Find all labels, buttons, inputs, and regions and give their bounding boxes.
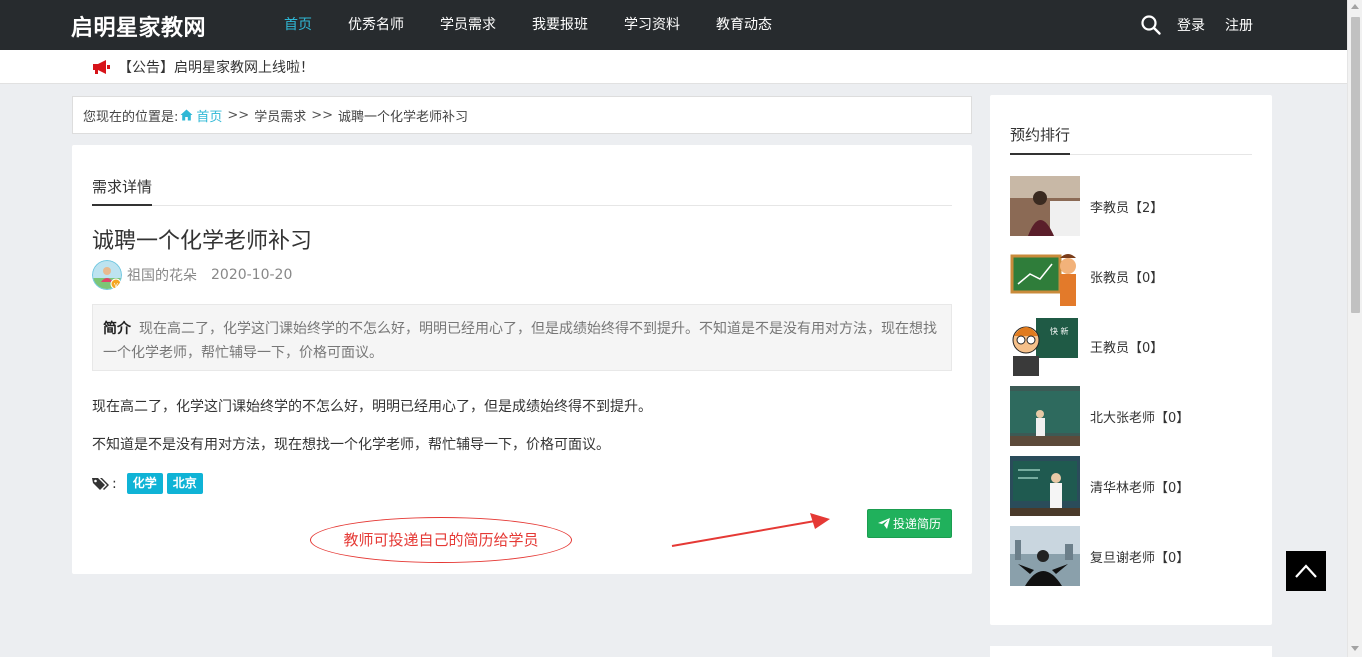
scroll-thumb[interactable] bbox=[1351, 17, 1360, 313]
author-name[interactable]: 祖国的花朵 bbox=[127, 265, 197, 285]
chevron-up-icon bbox=[1295, 564, 1317, 578]
tags-colon: : bbox=[112, 475, 117, 492]
paper-plane-icon bbox=[877, 518, 890, 529]
summary-box: 简介 现在高二了，化学这门课始终学的不怎么好，明明已经用心了，但是成绩始终得不到提… bbox=[92, 304, 952, 371]
annotation-ellipse: 教师可投递自己的简历给学员 bbox=[310, 517, 572, 563]
tags-row: : 化学 北京 bbox=[92, 473, 207, 494]
header-tools: 登录 注册 bbox=[1140, 0, 1273, 50]
breadcrumb-current: 诚聘一个化学老师补习 bbox=[338, 109, 469, 125]
notice-text[interactable]: 【公告】启明星家教网上线啦！ bbox=[118, 57, 314, 77]
content-paragraph: 现在高二了，化学这门课始终学的不怎么好，明明已经用心了，但是成绩始终得不到提升。 bbox=[92, 399, 652, 415]
breadcrumb: 您现在的位置是: 首页 >> 学员需求 >> 诚聘一个化学老师补习 bbox=[72, 96, 972, 134]
login-link[interactable]: 登录 bbox=[1177, 15, 1205, 35]
annotation-arrow bbox=[671, 513, 830, 547]
breadcrumb-separator: >> bbox=[227, 107, 250, 123]
breadcrumb-home-link[interactable]: 首页 bbox=[196, 106, 222, 125]
summary-text: 现在高二了，化学这门课始终学的不怎么好，明明已经用心了，但是成绩始终得不到提升。… bbox=[103, 321, 937, 361]
ranking-title: 预约排行 bbox=[1010, 121, 1071, 155]
scroll-down-icon[interactable] bbox=[1351, 646, 1359, 651]
sidebar-card-secondary bbox=[990, 646, 1272, 657]
tag-chemistry[interactable]: 化学 bbox=[126, 473, 163, 494]
author-row: v 祖国的花朵 2020-10-20 bbox=[92, 259, 292, 291]
post-title: 诚聘一个化学老师补习 bbox=[92, 229, 313, 254]
teacher-name[interactable]: 清华林老师【0】 bbox=[1090, 477, 1189, 496]
breadcrumb-prefix: 您现在的位置是: bbox=[83, 109, 179, 125]
site-logo[interactable]: 启明星家教网 bbox=[71, 10, 206, 42]
top-navbar: 启明星家教网 首页 优秀名师 学员需求 我要报班 学习资料 教育动态 登录 注册 bbox=[0, 0, 1347, 50]
back-to-top-button[interactable] bbox=[1286, 551, 1326, 591]
breadcrumb-separator: >> bbox=[311, 107, 334, 123]
content-paragraph: 不知道是不是没有用对方法，现在想找一个化学老师，帮忙辅导一下，价格可面议。 bbox=[92, 437, 610, 453]
tags-icon bbox=[92, 477, 109, 490]
teacher-thumbnail[interactable] bbox=[1010, 526, 1080, 586]
list-item[interactable]: 清华林老师【0】 bbox=[1010, 456, 1189, 516]
ranking-header: 预约排行 bbox=[1010, 121, 1252, 155]
demand-detail-card: 需求详情 诚聘一个化学老师补习 v 祖国的花朵 2020-10-20 简介 现在高… bbox=[72, 145, 972, 574]
ranking-card: 预约排行 李教员【2】 张教员【0】 快 新 王教员【0】 北大张老师【0】 清… bbox=[990, 95, 1272, 625]
list-item[interactable]: 复旦谢老师【0】 bbox=[1010, 526, 1189, 586]
teacher-thumbnail[interactable]: 快 新 bbox=[1010, 316, 1080, 376]
teacher-name[interactable]: 李教员【2】 bbox=[1090, 197, 1163, 216]
submit-resume-label: 投递简历 bbox=[892, 517, 941, 531]
section-title: 需求详情 bbox=[92, 172, 153, 206]
search-icon[interactable] bbox=[1140, 14, 1162, 36]
list-item[interactable]: 李教员【2】 bbox=[1010, 176, 1189, 236]
ranking-list: 李教员【2】 张教员【0】 快 新 王教员【0】 北大张老师【0】 清华林老师【… bbox=[1010, 176, 1189, 596]
section-header: 需求详情 bbox=[92, 172, 952, 206]
nav-item-student-needs[interactable]: 学员需求 bbox=[424, 0, 512, 50]
nav-item-materials[interactable]: 学习资料 bbox=[608, 0, 696, 50]
teacher-thumbnail[interactable] bbox=[1010, 456, 1080, 516]
post-date: 2020-10-20 bbox=[211, 267, 293, 283]
main-nav: 首页 优秀名师 学员需求 我要报班 学习资料 教育动态 bbox=[268, 0, 792, 50]
page-scrollbar[interactable] bbox=[1347, 0, 1362, 657]
svg-text:快 新: 快 新 bbox=[1050, 326, 1069, 336]
teacher-name[interactable]: 王教员【0】 bbox=[1090, 337, 1163, 356]
teacher-thumbnail[interactable] bbox=[1010, 246, 1080, 306]
nav-item-news[interactable]: 教育动态 bbox=[700, 0, 788, 50]
home-icon bbox=[180, 109, 193, 121]
nav-item-home[interactable]: 首页 bbox=[268, 0, 328, 50]
teacher-name[interactable]: 复旦谢老师【0】 bbox=[1090, 547, 1189, 566]
notice-bar: 【公告】启明星家教网上线啦！ bbox=[0, 50, 1347, 84]
scroll-up-icon[interactable] bbox=[1351, 4, 1359, 9]
register-link[interactable]: 注册 bbox=[1225, 15, 1253, 35]
list-item[interactable]: 北大张老师【0】 bbox=[1010, 386, 1189, 446]
teacher-thumbnail[interactable] bbox=[1010, 176, 1080, 236]
list-item[interactable]: 快 新 王教员【0】 bbox=[1010, 316, 1189, 376]
teacher-thumbnail[interactable] bbox=[1010, 386, 1080, 446]
avatar[interactable]: v bbox=[92, 260, 122, 290]
teacher-name[interactable]: 张教员【0】 bbox=[1090, 267, 1163, 286]
nav-item-teachers[interactable]: 优秀名师 bbox=[332, 0, 420, 50]
breadcrumb-level2[interactable]: 学员需求 bbox=[254, 106, 306, 125]
nav-item-enroll[interactable]: 我要报班 bbox=[516, 0, 604, 50]
list-item[interactable]: 张教员【0】 bbox=[1010, 246, 1189, 306]
summary-label: 简介 bbox=[103, 321, 131, 337]
svg-text:v: v bbox=[114, 281, 118, 289]
tag-beijing[interactable]: 北京 bbox=[166, 473, 203, 494]
teacher-name[interactable]: 北大张老师【0】 bbox=[1090, 407, 1189, 426]
megaphone-icon bbox=[93, 60, 110, 74]
submit-resume-button[interactable]: 投递简历 bbox=[867, 509, 952, 538]
